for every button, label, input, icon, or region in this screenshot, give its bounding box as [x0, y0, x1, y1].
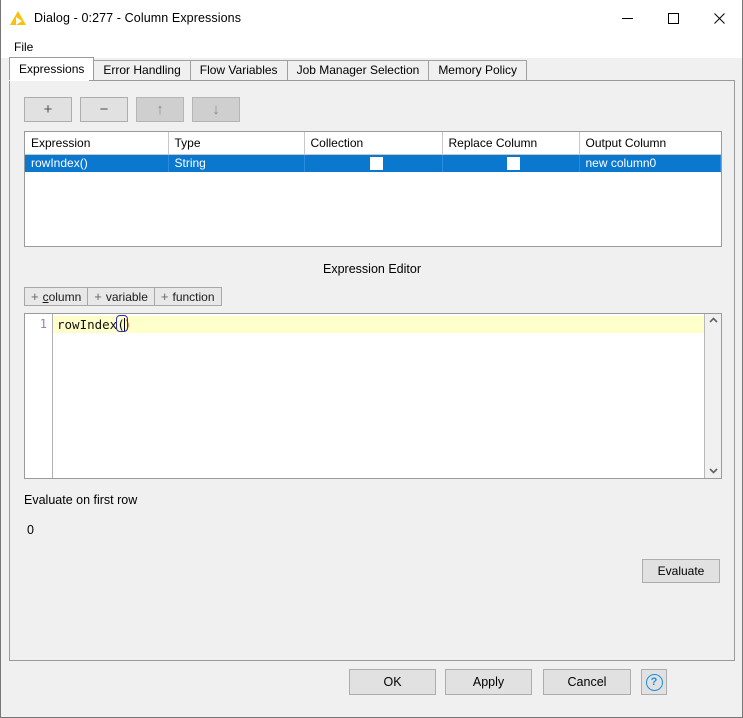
- menu-bar: File: [1, 36, 742, 58]
- insert-column-button[interactable]: + column: [24, 287, 88, 306]
- cell-collection[interactable]: [304, 154, 442, 172]
- insert-function-label: function: [173, 290, 215, 304]
- insert-variable-button[interactable]: + variable: [87, 287, 155, 306]
- table-row[interactable]: rowIndex() String new column0: [25, 154, 721, 172]
- cancel-button[interactable]: Cancel: [543, 669, 631, 695]
- tab-flow-variables[interactable]: Flow Variables: [190, 60, 288, 80]
- tab-strip-wrap: Expressions Error Handling Flow Variable…: [9, 58, 733, 80]
- insert-variable-label: variable: [106, 290, 148, 304]
- cell-expression[interactable]: rowIndex(): [25, 154, 168, 172]
- code-line-1[interactable]: rowIndex(): [53, 316, 704, 333]
- insert-function-button[interactable]: + function: [154, 287, 222, 306]
- knime-node-icon: [10, 10, 26, 26]
- collection-checkbox[interactable]: [370, 157, 383, 170]
- window-controls: [604, 0, 742, 36]
- tab-error-handling[interactable]: Error Handling: [93, 60, 190, 80]
- replace-column-checkbox[interactable]: [507, 157, 520, 170]
- column-header-replace-column[interactable]: Replace Column: [442, 132, 579, 154]
- line-number: 1: [40, 317, 47, 331]
- minus-icon: −: [100, 102, 109, 117]
- insert-column-label: column: [43, 290, 82, 304]
- move-up-button[interactable]: ↑: [136, 97, 184, 122]
- tab-job-manager-selection[interactable]: Job Manager Selection: [287, 60, 430, 80]
- cell-replace-column[interactable]: [442, 154, 579, 172]
- column-header-collection[interactable]: Collection: [304, 132, 442, 154]
- expression-editor-title: Expression Editor: [10, 262, 734, 276]
- maximize-icon[interactable]: [650, 0, 696, 36]
- window-title: Dialog - 0:277 - Column Expressions: [34, 11, 241, 25]
- code-text-area[interactable]: rowIndex(): [53, 314, 704, 478]
- plus-icon: +: [31, 290, 39, 303]
- close-icon[interactable]: [696, 0, 742, 36]
- dialog-window: Dialog - 0:277 - Column Expressions File…: [0, 0, 743, 718]
- menu-item-file[interactable]: File: [10, 38, 37, 56]
- evaluate-on-first-row-label: Evaluate on first row: [24, 493, 137, 507]
- evaluate-button[interactable]: Evaluate: [642, 559, 720, 583]
- cell-type[interactable]: String: [168, 154, 304, 172]
- move-down-button[interactable]: ↓: [192, 97, 240, 122]
- expressions-tab-panel: + − ↑ ↓ Expression Type Collection R: [9, 80, 735, 661]
- code-editor[interactable]: 1 rowIndex(): [24, 313, 722, 479]
- column-header-type[interactable]: Type: [168, 132, 304, 154]
- plus-icon: +: [161, 290, 169, 303]
- scroll-down-icon[interactable]: [709, 466, 718, 476]
- column-header-expression[interactable]: Expression: [25, 132, 168, 154]
- tab-memory-policy[interactable]: Memory Policy: [428, 60, 527, 80]
- tab-expressions[interactable]: Expressions: [9, 57, 94, 80]
- column-header-output-column[interactable]: Output Column: [579, 132, 721, 154]
- minimize-icon[interactable]: [604, 0, 650, 36]
- help-icon: ?: [646, 674, 663, 691]
- code-token-close-paren: ): [124, 317, 132, 332]
- evaluate-result-value: 0: [27, 523, 34, 537]
- ok-button[interactable]: OK: [349, 669, 436, 695]
- remove-expression-button[interactable]: −: [80, 97, 128, 122]
- insert-column-rest: olumn: [49, 290, 82, 304]
- insert-buttons-row: + column + variable + function: [24, 287, 221, 306]
- plus-icon: +: [44, 102, 53, 117]
- help-button[interactable]: ?: [641, 669, 667, 695]
- line-number-gutter: 1: [25, 314, 53, 478]
- editor-vertical-scrollbar[interactable]: [704, 314, 721, 478]
- apply-button[interactable]: Apply: [445, 669, 532, 695]
- cell-output-column[interactable]: new column0: [579, 154, 721, 172]
- arrow-up-icon: ↑: [156, 102, 164, 117]
- scroll-up-icon[interactable]: [709, 316, 718, 326]
- arrow-down-icon: ↓: [212, 102, 220, 117]
- expression-table[interactable]: Expression Type Collection Replace Colum…: [24, 131, 722, 247]
- dialog-footer: OK Apply Cancel ?: [1, 660, 742, 717]
- title-bar: Dialog - 0:277 - Column Expressions: [1, 0, 742, 36]
- table-header-row: Expression Type Collection Replace Colum…: [25, 132, 721, 154]
- add-expression-button[interactable]: +: [24, 97, 72, 122]
- plus-icon: +: [94, 290, 102, 303]
- code-token-function: rowIndex: [57, 317, 117, 332]
- tab-strip: Expressions Error Handling Flow Variable…: [9, 58, 733, 80]
- code-token-open-paren: (: [117, 316, 125, 333]
- expression-table-toolbar: + − ↑ ↓: [24, 97, 240, 122]
